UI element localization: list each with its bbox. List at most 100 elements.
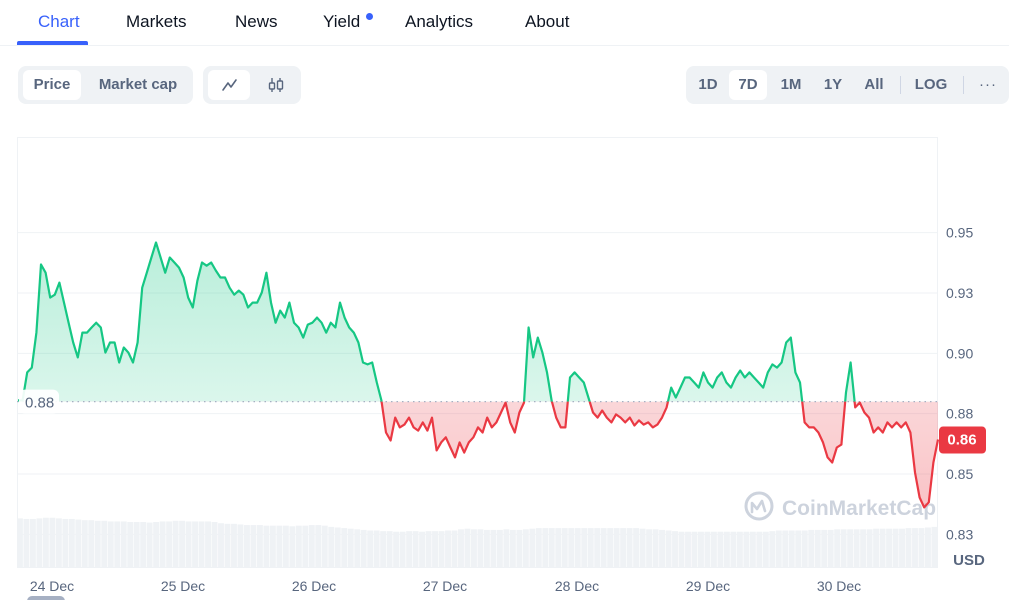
volume-bar — [360, 529, 367, 567]
volume-bar — [678, 531, 685, 567]
y-tick-label: 0.95 — [946, 225, 973, 241]
volume-bar — [912, 528, 918, 567]
x-tick-label: 27 Dec — [423, 578, 467, 594]
range-scroll-handle[interactable] — [27, 596, 65, 600]
volume-bar — [516, 529, 523, 567]
volume-bar — [607, 528, 614, 567]
x-tick-label: 30 Dec — [817, 578, 861, 594]
volume-bar — [334, 527, 341, 567]
range-1m-button[interactable]: 1M — [772, 70, 810, 100]
volume-bar — [458, 529, 464, 567]
volume-bar — [166, 521, 173, 567]
volume-bar — [490, 529, 497, 567]
volume-bar — [425, 531, 432, 567]
volume-bar — [710, 531, 717, 567]
range-all-button[interactable]: All — [856, 70, 892, 100]
log-scale-button[interactable]: LOG — [908, 70, 954, 100]
active-tab-indicator — [17, 41, 88, 45]
volume-bar — [250, 525, 257, 567]
volume-bar — [529, 528, 536, 567]
tab-news[interactable]: News — [235, 12, 278, 32]
volume-bar — [814, 529, 821, 567]
current-price-tag: 0.86 — [939, 426, 986, 454]
range-1d-button[interactable]: 1D — [690, 70, 726, 100]
volume-bar — [847, 529, 854, 567]
volume-bar — [276, 525, 283, 567]
x-tick-label: 26 Dec — [292, 578, 336, 594]
volume-bar — [555, 528, 562, 567]
volume-bar — [496, 529, 503, 567]
volume-bar — [808, 529, 815, 567]
volume-bar — [153, 522, 160, 567]
volume-bar — [42, 517, 49, 567]
volume-bar — [224, 523, 231, 567]
volume-bar — [717, 531, 724, 567]
volume-bar — [659, 529, 665, 567]
volume-bar — [503, 529, 510, 567]
y-tick-label: 0.90 — [946, 345, 973, 361]
market-cap-button[interactable]: Market cap — [88, 70, 188, 100]
volume-bar — [36, 518, 43, 567]
volume-bar — [49, 517, 56, 567]
volume-bar — [749, 531, 756, 567]
volume-bar — [445, 530, 451, 567]
tab-analytics[interactable]: Analytics — [405, 12, 473, 32]
price-button[interactable]: Price — [23, 70, 81, 100]
volume-bar — [432, 531, 438, 567]
volume-bar — [821, 529, 828, 567]
volume-bar — [620, 528, 627, 567]
candlestick-button[interactable] — [255, 70, 297, 100]
range-toggle: 1D 7D 1M 1Y All LOG ··· — [686, 66, 1009, 104]
volume-bar — [321, 525, 328, 567]
current-price-label: 0.86 — [947, 432, 976, 449]
volume-bar — [788, 530, 795, 567]
volume-bar — [172, 520, 179, 567]
volume-bar — [17, 518, 23, 567]
volume-bar — [477, 529, 484, 567]
volume-bar — [120, 521, 127, 567]
volume-bar — [419, 531, 426, 567]
currency-label: USD — [953, 552, 985, 569]
volume-bar — [412, 531, 419, 567]
line-chart-button[interactable] — [208, 70, 250, 100]
volume-bar — [795, 530, 802, 567]
volume-bar — [94, 520, 101, 567]
reference-price-tag: 0.88 — [19, 389, 59, 414]
volume-bar — [393, 531, 400, 567]
volume-bar — [535, 528, 542, 567]
tab-about[interactable]: About — [525, 12, 569, 32]
more-options-button[interactable]: ··· — [970, 70, 1006, 100]
volume-bar — [613, 528, 620, 567]
volume-bar — [23, 518, 30, 567]
volume-bar — [133, 522, 140, 567]
volume-bar — [244, 525, 250, 567]
volume-bar — [386, 531, 393, 567]
range-7d-button[interactable]: 7D — [729, 70, 767, 100]
volume-bar — [827, 529, 834, 567]
volume-bar — [211, 522, 218, 567]
y-tick-label: 0.83 — [946, 526, 973, 542]
volume-bar — [483, 529, 490, 567]
volume-bar — [730, 531, 737, 567]
volume-bar — [406, 531, 413, 567]
tab-chart[interactable]: Chart — [38, 12, 80, 32]
volume-bar — [633, 528, 640, 567]
volume-bar — [256, 525, 263, 567]
volume-bar — [905, 528, 912, 567]
volume-bar — [853, 529, 860, 567]
volume-bar — [29, 518, 36, 567]
volume-bar — [289, 526, 296, 567]
volume-bar — [146, 522, 153, 567]
tab-markets[interactable]: Markets — [126, 12, 186, 32]
volume-bar — [205, 521, 211, 567]
tab-yield[interactable]: Yield — [323, 12, 360, 32]
volume-bar — [347, 528, 354, 567]
volume-bar — [646, 529, 653, 567]
volume-bar — [769, 531, 776, 567]
price-chart[interactable]: CoinMarketCap 0.95 0.93 0.90 0.88 0.85 0.83 2… — [0, 120, 1009, 600]
volume-bar — [399, 531, 406, 567]
range-1y-button[interactable]: 1Y — [814, 70, 852, 100]
volume-bar — [62, 518, 69, 567]
volume-bar — [237, 524, 244, 567]
volume-bar — [451, 530, 458, 567]
